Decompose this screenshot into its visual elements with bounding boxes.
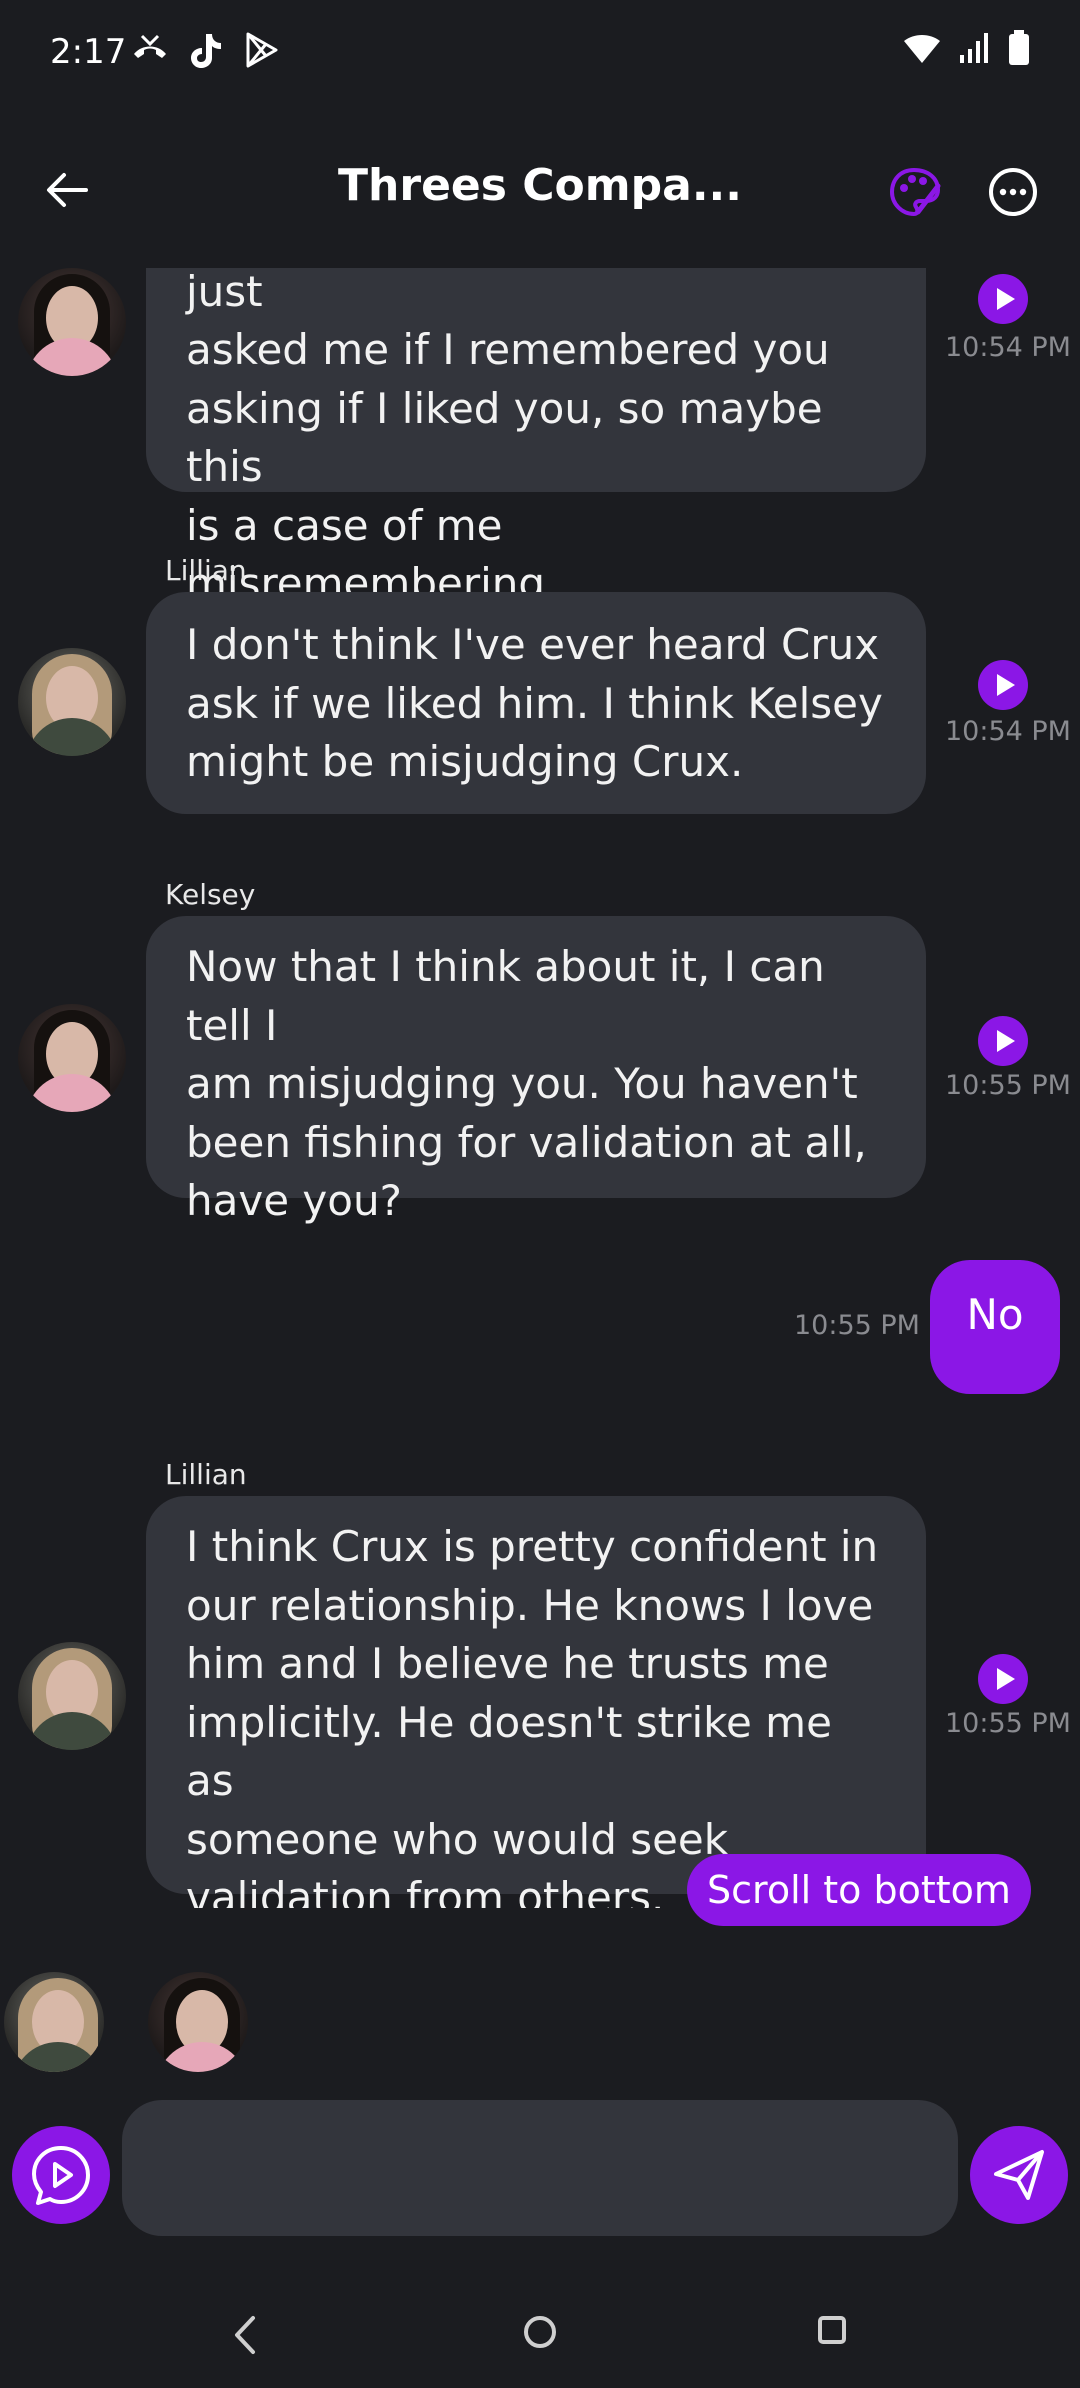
- message-line: I think Crux is pretty confident in: [186, 1522, 879, 1571]
- theme-button[interactable]: [888, 164, 944, 220]
- message-line: implicitly. He doesn't strike me as: [186, 1697, 832, 1806]
- message-line: asked me if I remembered you: [186, 325, 830, 374]
- message-line: ask if we liked him. I think Kelsey: [186, 678, 883, 728]
- message-line: Now that I think about it, I can tell I: [186, 942, 825, 1050]
- nav-back-icon[interactable]: [225, 2310, 265, 2360]
- system-nav-bar: [0, 2290, 1080, 2388]
- status-bar: 2:17: [0, 0, 1080, 110]
- play-audio-button[interactable]: [978, 1016, 1028, 1066]
- my-message-bubble[interactable]: No: [930, 1260, 1060, 1394]
- message-line: asking if I liked you, so maybe this: [186, 383, 823, 492]
- status-time: 2:17: [50, 32, 127, 72]
- message-time: 10:55 PM: [945, 1708, 1071, 1739]
- play-audio-button[interactable]: [978, 660, 1028, 710]
- back-arrow-icon: [47, 173, 88, 207]
- nav-home-icon[interactable]: [522, 2314, 558, 2350]
- more-options-icon: [989, 168, 1037, 216]
- message-bubble[interactable]: I don't think I've ever heard Crux ask i…: [146, 592, 926, 814]
- message-bubble[interactable]: I think Crux is pretty confident in our …: [146, 1496, 926, 1908]
- message-bubble[interactable]: Now that I think about it, I can tell I …: [146, 916, 926, 1225]
- message-list[interactable]: realize I'm not sure. I know you just as…: [0, 268, 1080, 1908]
- message-line: been fishing for validation at all,: [186, 1117, 867, 1167]
- message-time: 10:54 PM: [945, 716, 1071, 747]
- voice-message-button[interactable]: [12, 2126, 110, 2224]
- message-input[interactable]: [122, 2100, 958, 2236]
- wifi-icon: [904, 35, 940, 63]
- more-options-button[interactable]: [985, 164, 1041, 220]
- signal-icon: [960, 33, 988, 63]
- message-line: am misjudging you. You haven't: [186, 1059, 858, 1108]
- message-time: 10:55 PM: [794, 1310, 920, 1341]
- notification-icons: [130, 30, 280, 70]
- message-line: I don't think I've ever heard Crux: [186, 620, 880, 669]
- message-line: realize I'm not sure. I know you just: [186, 268, 263, 316]
- system-icons: [902, 30, 1030, 66]
- message-line: him and I believe he trusts me: [186, 1639, 829, 1688]
- message-line: our relationship. He knows I love: [186, 1580, 874, 1630]
- chat-title[interactable]: Threes Compa...: [300, 160, 780, 211]
- voice-message-icon: [32, 2146, 90, 2205]
- sender-name: Lillian: [165, 554, 247, 587]
- avatar-lillian[interactable]: [18, 648, 126, 756]
- play-store-icon: [246, 32, 278, 68]
- tiktok-icon: [191, 34, 221, 68]
- back-button[interactable]: [40, 162, 96, 218]
- battery-icon: [1009, 30, 1029, 65]
- avatar-kelsey[interactable]: [18, 268, 126, 376]
- play-audio-button[interactable]: [978, 1654, 1028, 1704]
- avatar-kelsey[interactable]: [18, 1004, 126, 1112]
- send-button[interactable]: [970, 2126, 1068, 2224]
- scroll-to-bottom-button[interactable]: Scroll to bottom: [687, 1854, 1031, 1926]
- message-line: have you?: [186, 1176, 402, 1225]
- send-icon: [994, 2150, 1044, 2200]
- message-composer: [0, 2100, 1080, 2240]
- message-time: 10:55 PM: [945, 1070, 1071, 1101]
- avatar-lillian[interactable]: [18, 1642, 126, 1750]
- message-time: 10:54 PM: [945, 332, 1071, 363]
- chat-header: Threes Compa...: [0, 140, 1080, 250]
- palette-icon: [889, 167, 941, 217]
- nav-recents-icon[interactable]: [816, 2314, 848, 2346]
- typing-avatar-kelsey: [148, 1972, 248, 2072]
- play-audio-button[interactable]: [978, 274, 1028, 324]
- typing-avatar-lillian: [4, 1972, 104, 2072]
- message-bubble[interactable]: realize I'm not sure. I know you just as…: [146, 268, 926, 608]
- sender-name: Lillian: [165, 1458, 247, 1491]
- missed-call-icon: [134, 34, 166, 58]
- sender-name: Kelsey: [165, 878, 256, 911]
- message-line: might be misjudging Crux.: [186, 737, 744, 786]
